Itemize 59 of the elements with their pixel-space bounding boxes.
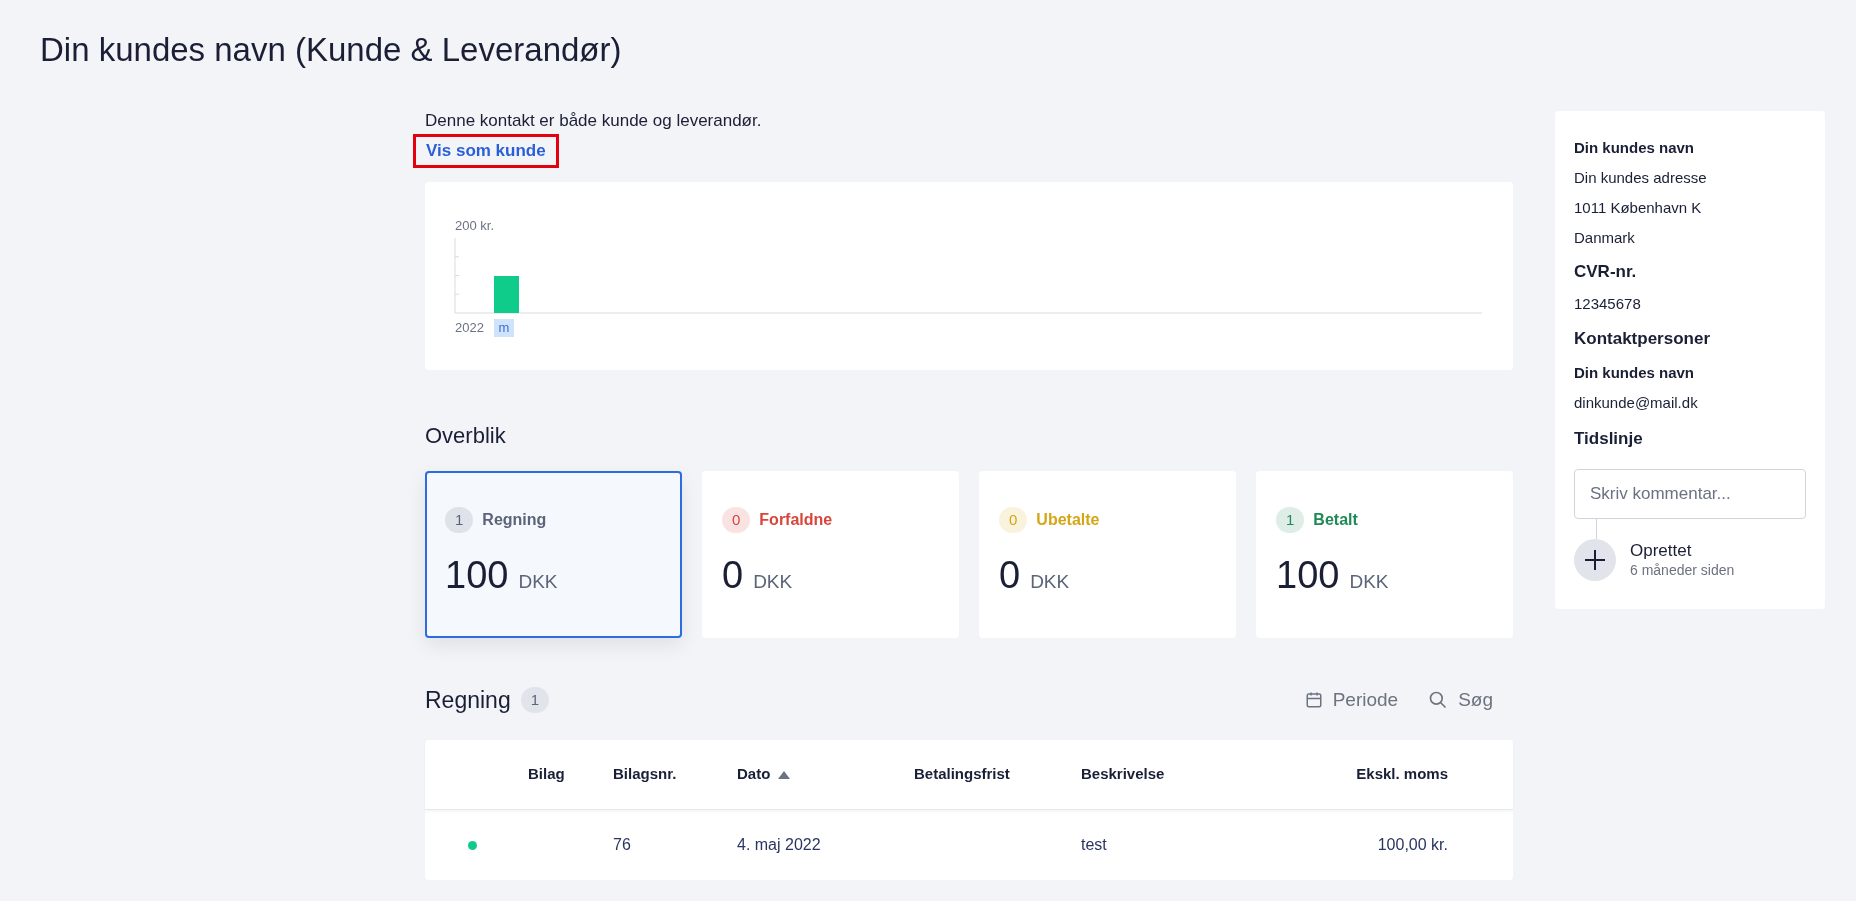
address-line: 1011 København K xyxy=(1574,198,1702,218)
calendar-icon xyxy=(1304,691,1323,709)
count-badge: 0 xyxy=(999,507,1028,533)
contacts-heading: Kontaktpersoner xyxy=(1574,328,1711,350)
currency: DKK xyxy=(753,570,793,594)
show-as-customer-link[interactable]: Vis som kunde xyxy=(413,134,559,168)
table-cell-text: 100,00 kr. xyxy=(1377,835,1448,855)
chart-bar xyxy=(494,276,519,313)
card-label: Regning xyxy=(482,510,547,530)
column-header[interactable]: Bilag xyxy=(528,763,565,786)
card-label: Forfaldne xyxy=(759,510,833,530)
axis-max-label: 200 kr. xyxy=(455,218,495,233)
section-title: Regning xyxy=(425,685,511,715)
contact-name: Din kundes navn xyxy=(1574,138,1695,158)
amount: 100 xyxy=(1276,553,1340,597)
column-header[interactable]: Beskrivelse xyxy=(1081,763,1165,786)
card-label: Ubetalte xyxy=(1036,510,1100,530)
event-time: 6 måneder siden xyxy=(1630,561,1735,579)
column-header[interactable]: Betalingsfrist xyxy=(914,763,1010,786)
currency: DKK xyxy=(518,570,558,594)
table-cell-text: 4. maj 2022 xyxy=(737,835,821,855)
page-title: Din kundes navn (Kunde & Leverandør) xyxy=(40,30,622,70)
currency: DKK xyxy=(1349,570,1389,594)
year-label: 2022 xyxy=(455,320,484,335)
amount: 0 xyxy=(999,553,1021,597)
period-button[interactable]: Periode xyxy=(1304,685,1399,715)
amount: 0 xyxy=(722,553,744,597)
search-button[interactable]: Søg xyxy=(1428,685,1493,715)
column-header[interactable]: Dato xyxy=(737,763,791,786)
comment-input-field[interactable]: Skriv kommentar... xyxy=(1574,469,1806,519)
period-label: m xyxy=(494,319,514,337)
count-badge: 1 xyxy=(1276,507,1305,533)
contact-person-name: Din kundes navn xyxy=(1574,363,1695,383)
event-title: Oprettet xyxy=(1630,541,1693,561)
address-line: Danmark xyxy=(1574,228,1635,248)
plus-icon xyxy=(1574,539,1616,581)
contact-email: dinkunde@mail.dk xyxy=(1574,393,1698,413)
search-icon xyxy=(1428,690,1449,710)
contact-notice: Denne kontakt er både kunde og leverandør. xyxy=(425,110,762,132)
column-header[interactable]: Bilagsnr. xyxy=(613,763,677,786)
amount: 100 xyxy=(445,553,509,597)
summary-card[interactable]: 0 Forfaldne 0 DKK xyxy=(702,471,959,638)
address-line: Din kundes adresse xyxy=(1574,168,1707,188)
summary-card[interactable]: 0 Ubetalte 0 DKK xyxy=(979,471,1236,638)
summary-card[interactable]: 1 Regning 100 DKK xyxy=(425,471,682,638)
sort-ascending-icon xyxy=(778,770,791,779)
count-badge: 0 xyxy=(722,507,751,533)
count-badge: 1 xyxy=(520,687,550,713)
currency: DKK xyxy=(1030,570,1070,594)
count-badge: 1 xyxy=(445,507,474,533)
section-title: Overblik xyxy=(425,422,506,450)
cvr-number: 12345678 xyxy=(1574,294,1641,314)
column-header[interactable]: Ekskl. moms xyxy=(1356,763,1448,786)
table-cell-text: test xyxy=(1081,835,1107,855)
summary-card[interactable]: 1 Betalt 100 DKK xyxy=(1256,471,1513,638)
card-label: Betalt xyxy=(1313,510,1358,530)
timeline-heading: Tidslinje xyxy=(1574,428,1643,450)
table-cell-text: 76 xyxy=(613,835,631,855)
cvr-heading: CVR-nr. xyxy=(1574,261,1637,283)
